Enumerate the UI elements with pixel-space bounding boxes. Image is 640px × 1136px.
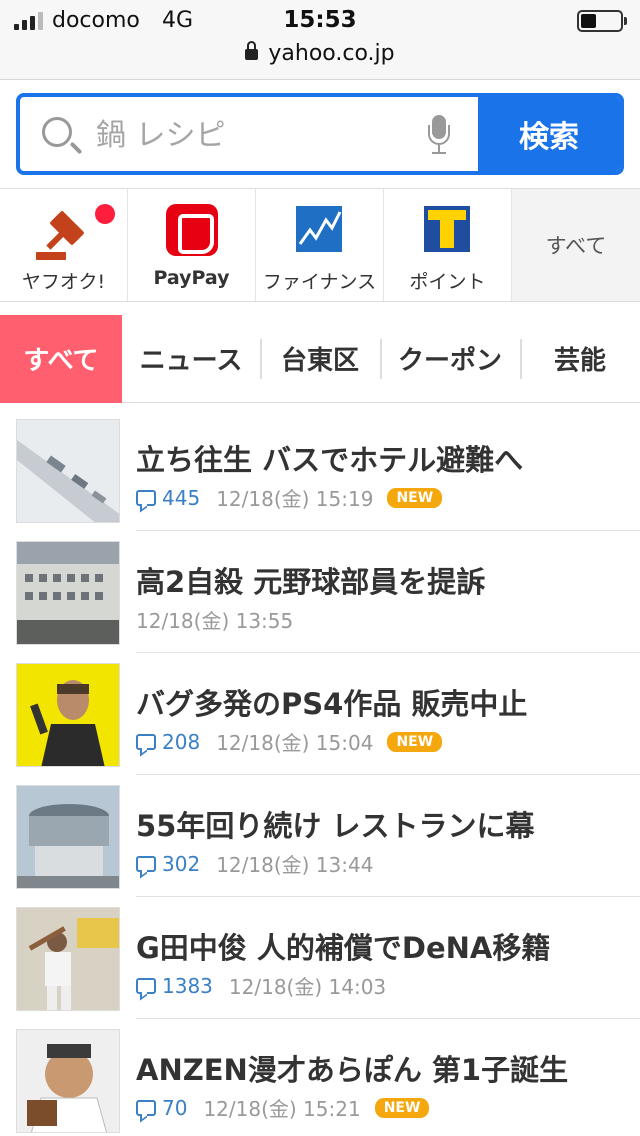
news-date: 12/18(金) 13:55	[136, 609, 294, 633]
tab-entertainment[interactable]: 芸能	[520, 315, 640, 403]
news-thumbnail	[16, 785, 120, 889]
service-paypay[interactable]: PayPay	[128, 189, 256, 301]
service-shortcuts: ヤフオク! PayPay ファイナンス ポイント すべて	[0, 188, 640, 302]
new-badge: NEW	[387, 487, 443, 508]
comment-icon	[136, 1099, 156, 1116]
news-date: 12/18(金) 15:19	[216, 487, 374, 511]
tab-coupon[interactable]: クーポン	[380, 315, 520, 403]
news-date: 12/18(金) 13:44	[216, 853, 374, 877]
search-input[interactable]	[96, 107, 416, 163]
comment-count: 302	[162, 851, 201, 876]
category-tabs: すべて ニュース 台東区 クーポン 芸能	[0, 314, 640, 403]
news-title: 55年回り続け レストランに幕	[136, 809, 535, 843]
service-label: ファイナンス	[262, 271, 377, 293]
comment-count: 445	[162, 485, 201, 510]
news-meta: 302 12/18(金) 13:44	[136, 849, 373, 878]
news-item[interactable]: 立ち往生 バスでホテル避難へ 445 12/18(金) 15:19 NEW	[0, 409, 640, 531]
news-meta: 208 12/18(金) 15:04 NEW	[136, 727, 443, 756]
search-icon	[42, 117, 72, 147]
news-date: 12/18(金) 15:04	[216, 731, 374, 755]
new-badge: NEW	[387, 731, 443, 752]
tpoint-logo-icon	[424, 206, 470, 252]
news-item[interactable]: 高2自殺 元野球部員を提訴 12/18(金) 13:55	[0, 531, 640, 653]
news-title: 立ち往生 バスでホテル避難へ	[136, 443, 524, 477]
comment-icon	[136, 855, 156, 872]
news-title: 高2自殺 元野球部員を提訴	[136, 565, 486, 599]
comment-count: 208	[162, 729, 201, 754]
search-button[interactable]: 検索	[478, 97, 620, 171]
address-bar[interactable]: yahoo.co.jp	[0, 41, 640, 66]
clock: 15:53	[283, 7, 357, 33]
news-thumbnail	[16, 907, 120, 1011]
news-meta: 445 12/18(金) 15:19 NEW	[136, 483, 443, 512]
search-box: 検索	[16, 93, 624, 175]
lock-icon	[245, 41, 259, 60]
news-thumbnail	[16, 1029, 120, 1133]
comment-icon	[136, 733, 156, 750]
news-thumbnail	[16, 419, 120, 523]
url-text: yahoo.co.jp	[268, 41, 395, 66]
news-title: G田中俊 人的補償でDeNA移籍	[136, 931, 551, 965]
battery-icon	[577, 10, 627, 32]
new-badge: NEW	[374, 1097, 430, 1118]
service-label: ヤフオク!	[21, 271, 106, 293]
service-all[interactable]: すべて	[512, 189, 640, 301]
tab-taito[interactable]: 台東区	[260, 315, 380, 403]
tab-all[interactable]: すべて	[0, 314, 122, 403]
news-list: 立ち往生 バスでホテル避難へ 445 12/18(金) 15:19 NEW 高2…	[0, 409, 640, 1136]
news-item[interactable]: G田中俊 人的補償でDeNA移籍 1383 12/18(金) 14:03	[0, 897, 640, 1019]
service-label: ポイント	[409, 271, 486, 293]
news-title: バグ多発のPS4作品 販売中止	[136, 687, 528, 721]
service-label: PayPay	[153, 267, 230, 289]
finance-chart-icon	[296, 206, 342, 252]
comment-icon	[136, 489, 156, 506]
paypay-logo-icon	[166, 204, 218, 256]
news-thumbnail	[16, 541, 120, 645]
news-item[interactable]: バグ多発のPS4作品 販売中止 208 12/18(金) 15:04 NEW	[0, 653, 640, 775]
notification-dot	[95, 204, 115, 224]
news-meta: 12/18(金) 13:55	[136, 605, 293, 634]
service-point[interactable]: ポイント	[384, 189, 512, 301]
news-date: 12/18(金) 15:21	[203, 1097, 361, 1121]
news-meta: 70 12/18(金) 15:21 NEW	[136, 1093, 430, 1122]
auction-gavel-icon	[36, 208, 96, 260]
status-bar: docomo 4G 15:53 yahoo.co.jp	[0, 0, 640, 80]
news-item[interactable]: ANZEN漫才あらぽん 第1子誕生 70 12/18(金) 15:21 NEW	[0, 1019, 640, 1136]
news-item[interactable]: 55年回り続け レストランに幕 302 12/18(金) 13:44	[0, 775, 640, 897]
service-finance[interactable]: ファイナンス	[256, 189, 384, 301]
comment-count: 1383	[162, 973, 213, 998]
news-date: 12/18(金) 14:03	[228, 975, 387, 999]
news-title: ANZEN漫才あらぽん 第1子誕生	[136, 1053, 569, 1087]
comment-icon	[136, 977, 156, 994]
news-meta: 1383 12/18(金) 14:03	[136, 971, 386, 1000]
news-thumbnail	[16, 663, 120, 767]
service-auction[interactable]: ヤフオク!	[0, 189, 128, 301]
comment-count: 70	[162, 1095, 188, 1120]
microphone-icon[interactable]	[428, 115, 450, 157]
tab-news[interactable]: ニュース	[122, 315, 260, 403]
